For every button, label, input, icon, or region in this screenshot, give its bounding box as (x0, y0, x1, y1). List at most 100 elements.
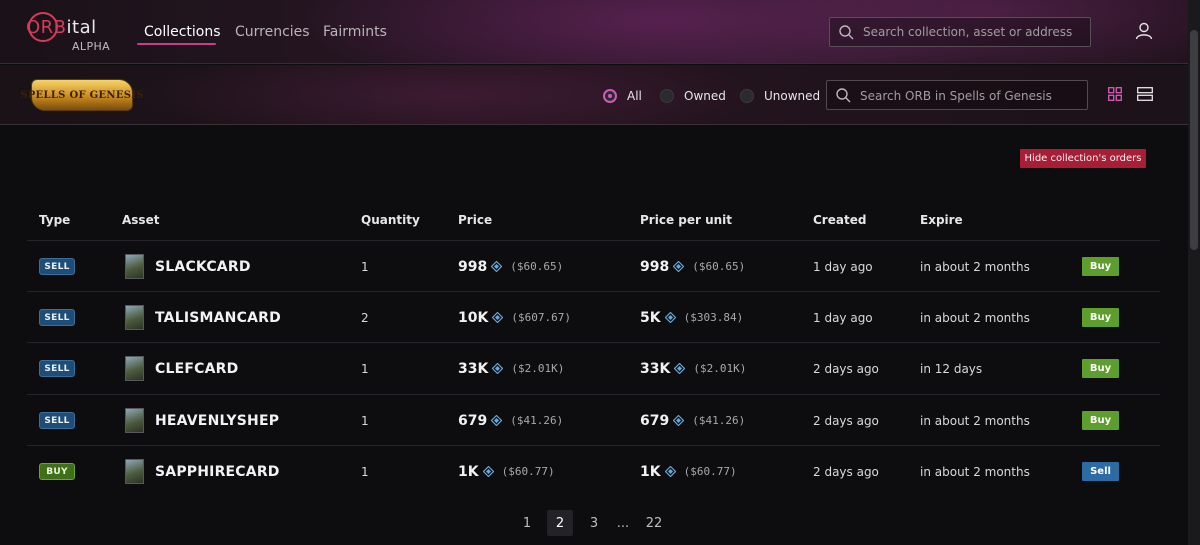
order-action-button[interactable]: Sell (1082, 462, 1119, 481)
nav-currencies[interactable]: Currencies (235, 24, 310, 40)
table-row[interactable]: SELL CLEFCARD 1 33K ($2.01K) 33K ($2.01K) 2 day… (27, 342, 1160, 393)
orb-currency-icon (673, 415, 685, 426)
orb-currency-icon (491, 261, 503, 272)
order-price-usd: ($60.65) (510, 260, 564, 273)
collection-search-placeholder: Search ORB in Spells of Genesis (860, 89, 1052, 103)
radio-dot-selected (603, 89, 617, 103)
page-1[interactable]: 1 (514, 510, 540, 536)
order-quantity: 1 (361, 361, 369, 376)
order-price: 10K (458, 309, 489, 326)
order-expire: in about 2 months (920, 464, 1030, 479)
collection-logo[interactable]: SPELLS OF GENESIS (20, 79, 143, 111)
table-row[interactable]: BUY SAPPHIRECARD 1 1K ($60.77) 1K ($60.77) 2 da… (27, 445, 1160, 496)
asset-thumbnail[interactable] (125, 305, 144, 330)
order-created: 2 days ago (813, 413, 879, 428)
order-quantity: 1 (361, 464, 369, 479)
asset-thumbnail[interactable] (125, 254, 144, 279)
page-3[interactable]: 3 (581, 510, 607, 536)
order-price: 679 (458, 412, 488, 429)
order-ppu-usd: ($303.84) (683, 311, 744, 324)
order-price: 33K (458, 360, 489, 377)
orb-currency-icon (491, 415, 503, 426)
table-row[interactable]: SELL TALISMANCARD 2 10K ($607.67) 5K ($303.84)… (27, 291, 1160, 342)
order-type-badge: SELL (39, 412, 75, 429)
order-ppu-usd: ($41.26) (692, 414, 746, 427)
order-quantity: 1 (361, 259, 369, 274)
orb-currency-icon (664, 312, 676, 323)
order-created: 2 days ago (813, 464, 879, 479)
order-action-button[interactable]: Buy (1082, 257, 1119, 276)
order-type-badge: SELL (39, 258, 75, 275)
order-quantity: 1 (361, 413, 369, 428)
order-created: 1 day ago (813, 310, 873, 325)
nav-fairmints[interactable]: Fairmints (323, 24, 387, 40)
order-ppu-usd: ($60.65) (692, 260, 746, 273)
filter-owned-label: Owned (684, 89, 726, 103)
order-price-usd: ($2.01K) (511, 362, 565, 375)
order-price: 998 (458, 258, 488, 275)
header-created: Created (813, 213, 867, 227)
order-price-usd: ($60.77) (501, 465, 555, 478)
filter-all-radio[interactable]: All (603, 87, 642, 105)
nav-active-underline (137, 43, 216, 45)
filter-unowned-radio[interactable]: Unowned (740, 87, 820, 105)
header-asset: Asset (122, 213, 160, 227)
order-expire: in about 2 months (920, 413, 1030, 428)
pagination-ellipsis: ... (616, 515, 630, 531)
order-expire: in about 2 months (920, 259, 1030, 274)
asset-thumbnail[interactable] (125, 459, 144, 484)
filter-all-label: All (627, 89, 642, 103)
order-price-usd: ($41.26) (510, 414, 564, 427)
search-icon (836, 88, 851, 103)
hide-collection-orders-button[interactable]: Hide collection's orders (1020, 149, 1146, 168)
filter-owned-radio[interactable]: Owned (660, 87, 726, 105)
header-type: Type (39, 213, 71, 227)
page-2-current[interactable]: 2 (547, 510, 573, 536)
table-row[interactable]: SELL HEAVENLYSHEP 1 679 ($41.26) 679 ($41.26) 2… (27, 394, 1160, 445)
asset-thumbnail[interactable] (125, 408, 144, 433)
orb-currency-icon (492, 363, 504, 374)
order-action-button[interactable]: Buy (1082, 411, 1119, 430)
order-action-button[interactable]: Buy (1082, 308, 1119, 327)
order-price-per-unit: 679 (640, 412, 670, 429)
collection-search-input[interactable]: Search ORB in Spells of Genesis (826, 80, 1088, 110)
filter-unowned-label: Unowned (764, 89, 821, 103)
orb-currency-icon (482, 466, 494, 477)
asset-name[interactable]: HEAVENLYSHEP (155, 413, 279, 429)
grid-view-icon[interactable] (1108, 87, 1122, 101)
collection-bar: SPELLS OF GENESIS All Owned Unowned Sear… (0, 65, 1188, 125)
header-quantity: Quantity (361, 213, 420, 227)
order-expire: in about 2 months (920, 310, 1030, 325)
orb-currency-icon (673, 261, 685, 272)
logo-text: ORBital (26, 17, 97, 38)
user-icon[interactable] (1135, 22, 1153, 40)
order-action-button[interactable]: Buy (1082, 359, 1119, 378)
asset-name[interactable]: CLEFCARD (155, 361, 238, 377)
order-price-per-unit: 1K (640, 463, 661, 480)
header-expire: Expire (920, 213, 963, 227)
asset-name[interactable]: SAPPHIRECARD (155, 464, 280, 480)
asset-name[interactable]: SLACKCARD (155, 259, 251, 275)
header-price: Price (458, 213, 493, 227)
page-22[interactable]: 22 (641, 510, 667, 536)
global-search-input[interactable]: Search collection, asset or address (829, 17, 1091, 47)
radio-dot (740, 89, 754, 103)
order-price-per-unit: 998 (640, 258, 670, 275)
top-navbar: ORBital ALPHA Collections Currencies Fai… (0, 0, 1188, 64)
list-view-icon[interactable] (1137, 87, 1153, 101)
orb-currency-icon (674, 363, 686, 374)
asset-thumbnail[interactable] (125, 356, 144, 381)
nav-collections[interactable]: Collections (144, 24, 221, 40)
order-created: 2 days ago (813, 361, 879, 376)
asset-name[interactable]: TALISMANCARD (155, 310, 281, 326)
scrollbar-thumb[interactable] (1190, 30, 1198, 250)
search-icon (839, 25, 854, 40)
global-search-placeholder: Search collection, asset or address (863, 25, 1073, 39)
orbital-logo[interactable]: ORBital ALPHA (26, 11, 116, 55)
table-row[interactable]: SELL SLACKCARD 1 998 ($60.65) 998 ($60.65) 1 da… (27, 240, 1160, 291)
order-price-per-unit: 5K (640, 309, 661, 326)
order-expire: in 12 days (920, 361, 983, 376)
radio-dot (660, 89, 674, 103)
logo-subtitle: ALPHA (72, 40, 111, 53)
order-price-per-unit: 33K (640, 360, 671, 377)
